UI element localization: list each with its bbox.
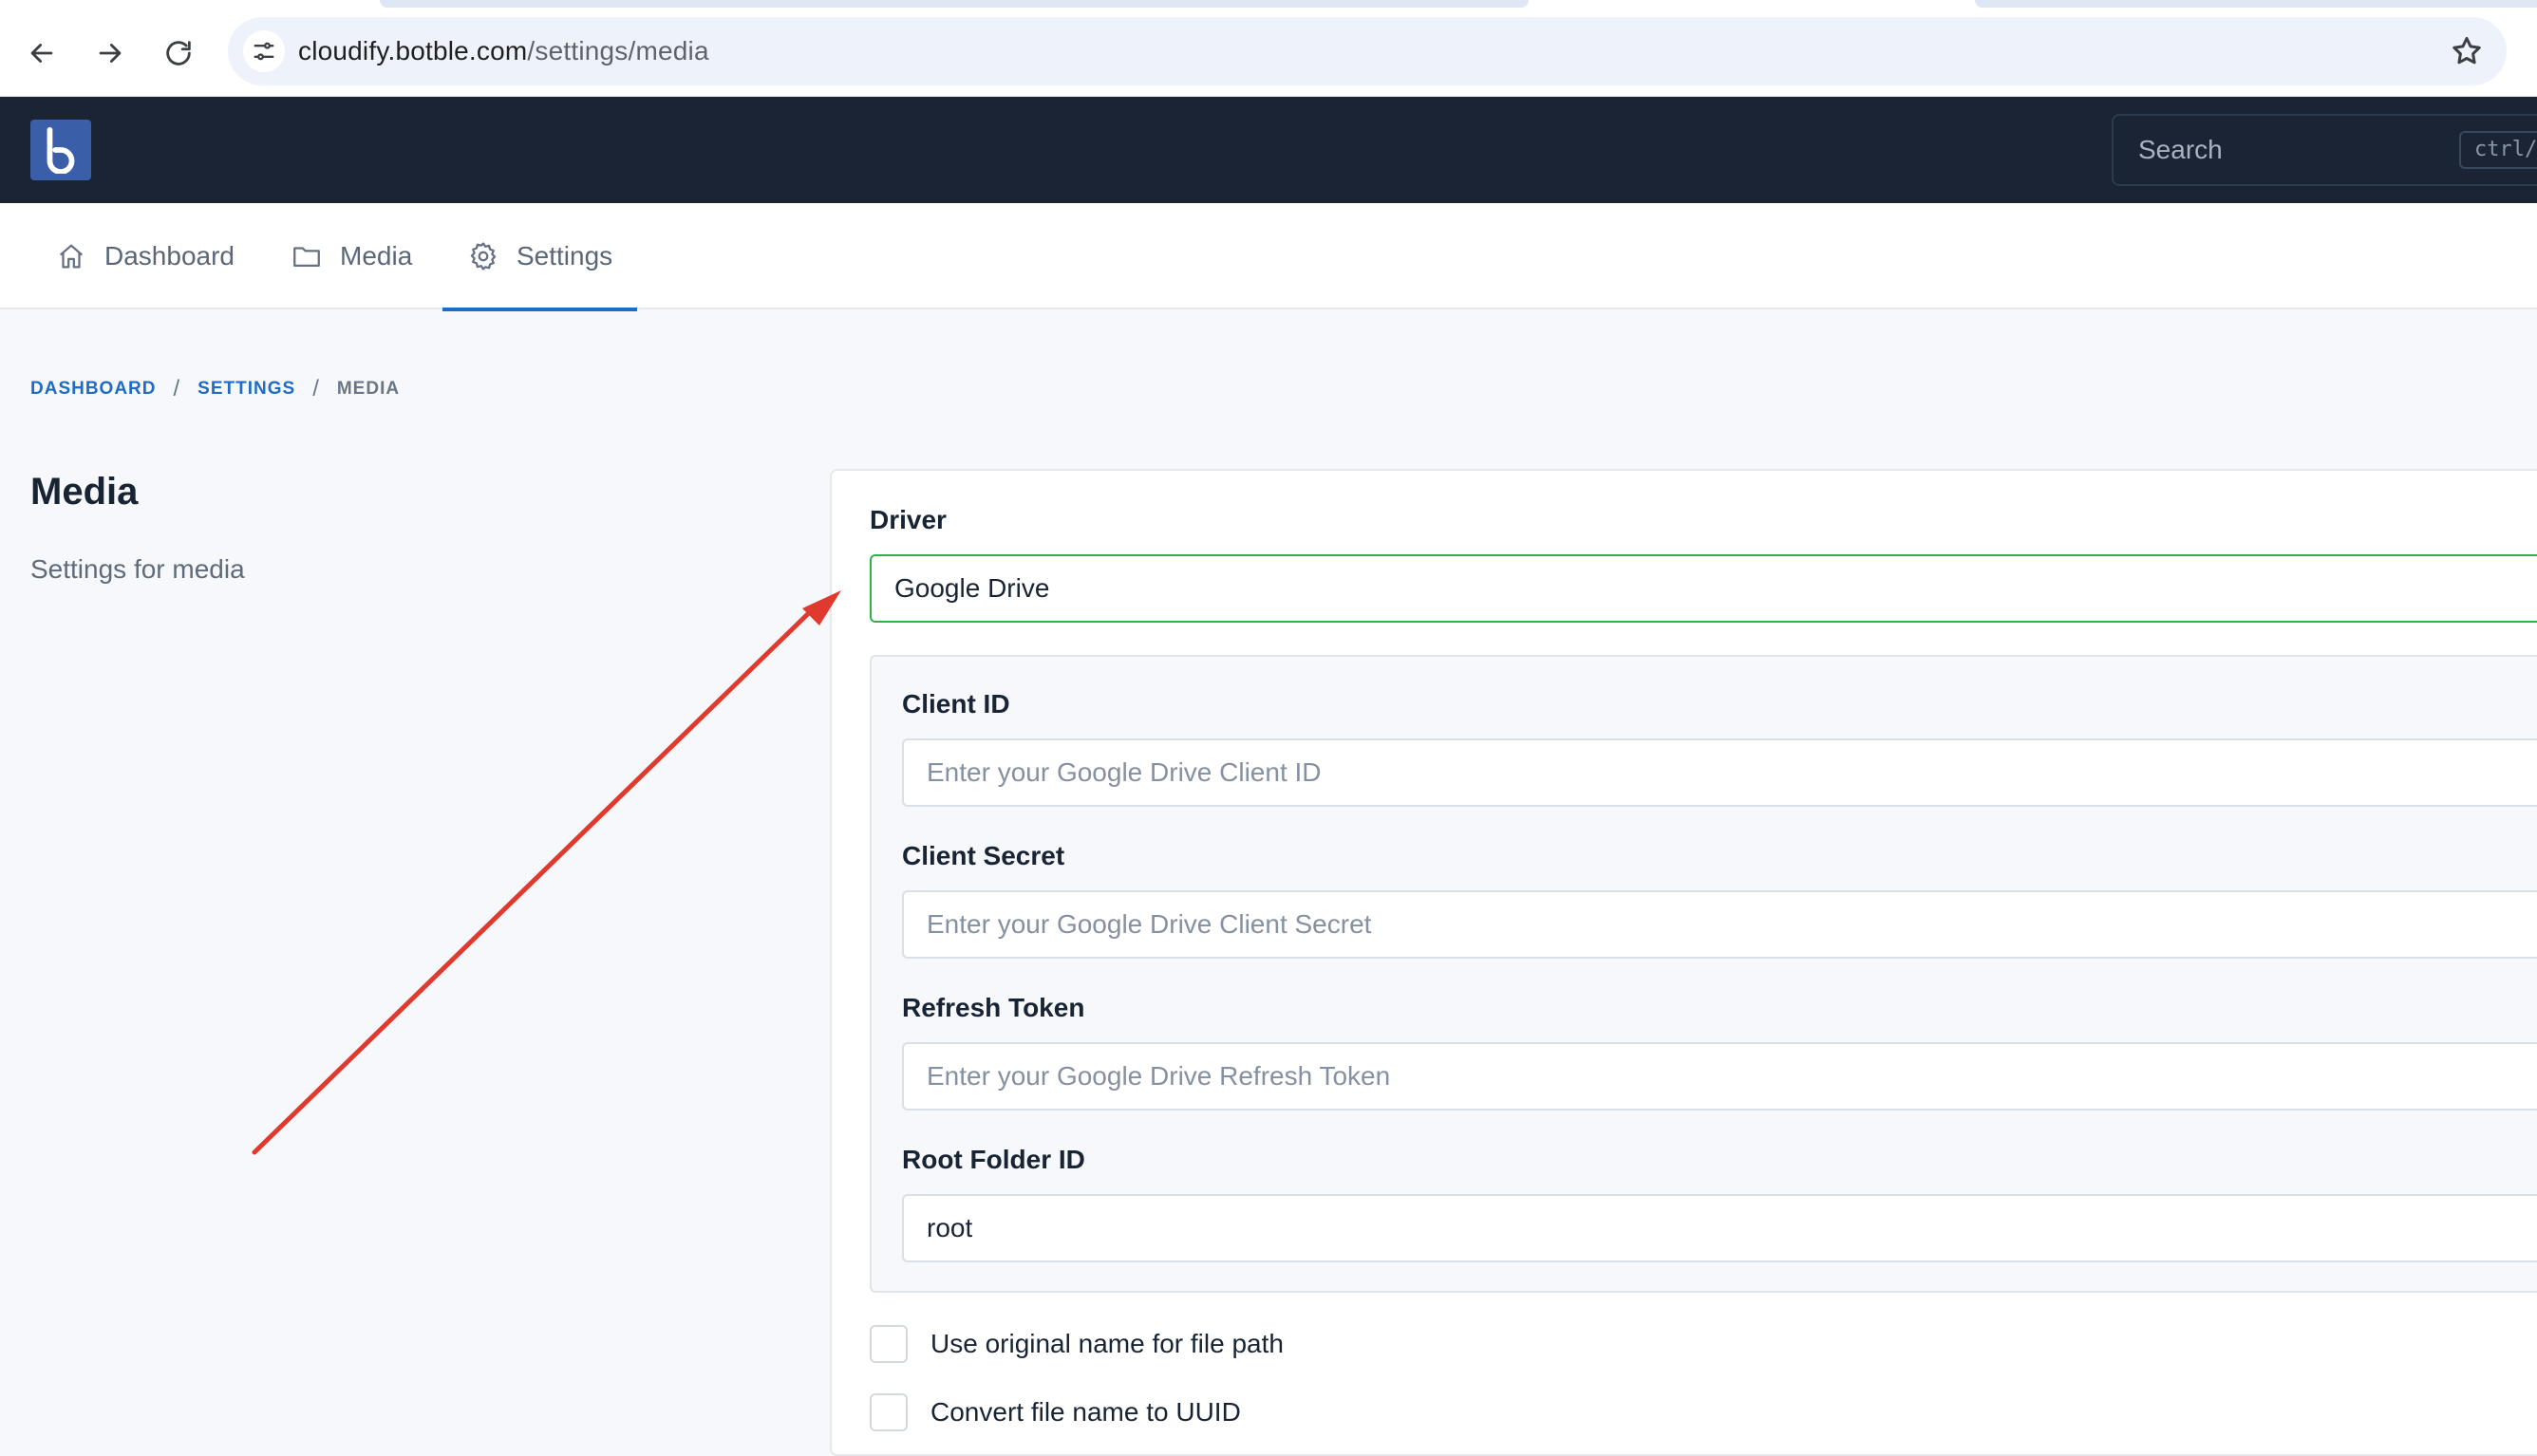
client-id-input[interactable] [902, 738, 2537, 807]
nav-item-dashboard[interactable]: Dashboard [55, 203, 235, 309]
breadcrumb-current: MEDIA [336, 379, 401, 399]
root-folder-id-input[interactable] [902, 1194, 2537, 1262]
search-input[interactable] [2136, 116, 2421, 184]
use-original-name-label: Use original name for file path [930, 1329, 1284, 1358]
nav-item-label: Settings [517, 241, 613, 271]
page-description: Settings for media [30, 554, 245, 584]
breadcrumb-settings[interactable]: SETTINGS [197, 379, 295, 400]
use-original-name-checkbox[interactable] [870, 1325, 908, 1363]
home-icon [59, 244, 84, 269]
breadcrumb-separator: / [312, 376, 320, 401]
use-original-name-option[interactable]: Use original name for file path [870, 1325, 1284, 1363]
address-bar[interactable]: cloudify.botble.com/settings/media [228, 17, 2507, 85]
driver-select[interactable]: Google Drive [870, 554, 2537, 623]
google-drive-settings-panel: Client ID Client Secret Refresh Token Ro… [870, 655, 2537, 1293]
search-shortcut-hint: ctrl/ [2459, 131, 2537, 169]
convert-uuid-option[interactable]: Convert file name to UUID [870, 1393, 1241, 1431]
refresh-token-label: Refresh Token [902, 993, 1085, 1022]
logo[interactable] [30, 120, 91, 180]
nav-item-label: Dashboard [104, 241, 235, 271]
reload-icon [166, 41, 191, 65]
driver-label: Driver [870, 505, 947, 534]
forward-button[interactable] [84, 27, 137, 80]
breadcrumb-separator: / [173, 376, 181, 401]
arrow-left-icon [30, 44, 53, 63]
search-box[interactable]: ctrl/ [2112, 114, 2537, 186]
media-settings-card: Driver Google Drive Client ID Client Sec… [830, 469, 2537, 1456]
client-id-label: Client ID [902, 689, 1010, 719]
page-title: Media [30, 471, 139, 513]
top-navigation: Dashboard Media Settings [0, 203, 2537, 311]
app-header: ctrl/ [0, 97, 2537, 203]
browser-tab-hint [1975, 0, 2537, 8]
nav-item-media[interactable]: Media [291, 203, 412, 309]
url-text[interactable]: cloudify.botble.com/settings/media [298, 17, 709, 85]
convert-uuid-label: Convert file name to UUID [930, 1397, 1241, 1427]
nav-item-settings[interactable]: Settings [442, 203, 638, 311]
convert-uuid-checkbox[interactable] [870, 1393, 908, 1431]
bookmark-star-icon[interactable] [2450, 34, 2484, 68]
refresh-token-input[interactable] [902, 1042, 2537, 1111]
breadcrumb-dashboard[interactable]: DASHBOARD [30, 379, 157, 400]
folder-icon [293, 247, 320, 268]
reload-button[interactable] [152, 27, 205, 80]
breadcrumb: DASHBOARD / SETTINGS / MEDIA [30, 376, 400, 402]
browser-tab-hint [380, 0, 1529, 8]
root-folder-id-label: Root Folder ID [902, 1145, 1085, 1174]
logo-icon [47, 126, 75, 174]
arrow-right-icon [99, 44, 122, 63]
nav-item-label: Media [340, 241, 413, 271]
client-secret-input[interactable] [902, 890, 2537, 959]
back-button[interactable] [15, 27, 68, 80]
gear-icon [470, 242, 497, 271]
browser-toolbar: cloudify.botble.com/settings/media [0, 0, 2537, 97]
site-settings-icon[interactable] [243, 30, 285, 72]
client-secret-label: Client Secret [902, 841, 1065, 870]
